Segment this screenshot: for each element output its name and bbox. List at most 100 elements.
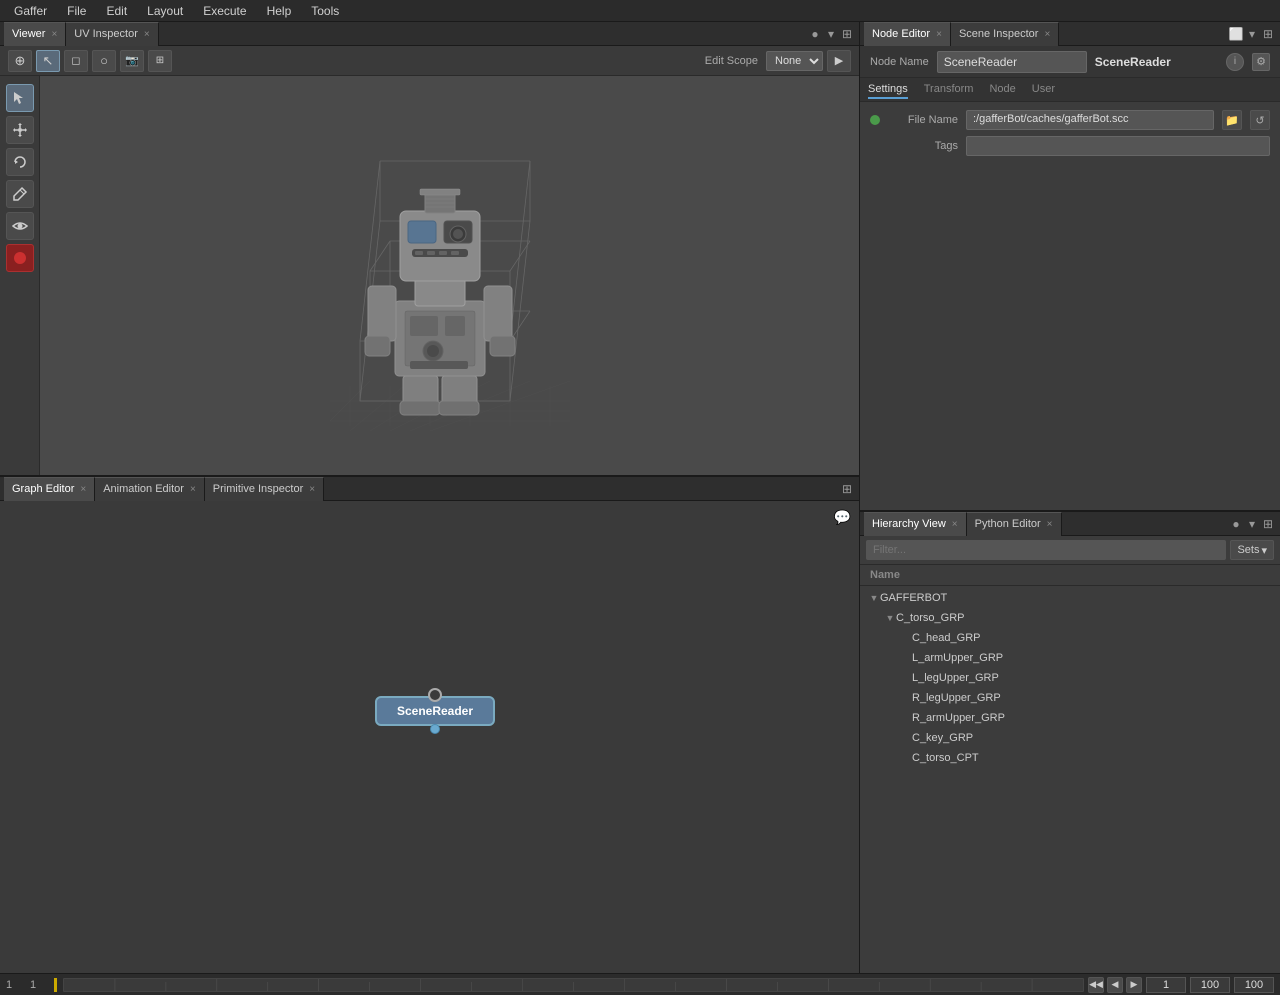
tool-paint[interactable]	[6, 180, 34, 208]
filename-row: File Name :/gafferBot/caches/gafferBot.s…	[870, 110, 1270, 130]
tool-select[interactable]	[6, 84, 34, 112]
tree-item-r-arm-upper-grp[interactable]: R_armUpper_GRP	[860, 708, 1280, 728]
animation-editor-tab-close[interactable]: ×	[190, 484, 196, 495]
toolbar-arrow-btn[interactable]: ▶	[827, 50, 851, 72]
viewer-dropdown-icon[interactable]: ▾	[823, 26, 839, 42]
hierarchy-circle-icon[interactable]: ●	[1228, 516, 1244, 532]
hierarchy-view-tab-close[interactable]: ×	[952, 519, 958, 530]
toolbar-sphere-btn[interactable]: ○	[92, 50, 116, 72]
hierarchy-dropdown-icon[interactable]: ▾	[1244, 516, 1260, 532]
hierarchy-filter-input[interactable]	[866, 540, 1226, 560]
filename-value[interactable]: :/gafferBot/caches/gafferBot.scc	[966, 110, 1214, 130]
uv-inspector-tab-close[interactable]: ×	[144, 29, 150, 40]
r-arm-upper-toggle	[900, 712, 912, 724]
play-forward-button[interactable]: ▶	[1126, 977, 1142, 993]
settings-tab-node[interactable]: Node	[989, 81, 1015, 99]
robot-3d-view	[250, 101, 650, 451]
graph-content[interactable]: 💬 SceneReader	[0, 501, 859, 973]
hierarchy-content: Sets ▾ Name ▼ GAFFERBOT ▼	[860, 536, 1280, 973]
tool-move[interactable]	[6, 116, 34, 144]
tab-primitive-inspector[interactable]: Primitive Inspector ×	[205, 477, 324, 501]
toolbar-frame-btn[interactable]: ⊞	[148, 50, 172, 72]
node-editor-tab-close[interactable]: ×	[936, 29, 942, 40]
graph-editor-grid-icon[interactable]: ⊞	[839, 481, 855, 497]
node-name-input[interactable]	[937, 51, 1087, 73]
timeline-playback-controls: ◀◀ ◀ ▶	[1088, 977, 1142, 993]
filename-refresh-btn[interactable]: ↺	[1250, 110, 1270, 130]
tab-viewer[interactable]: Viewer ×	[4, 22, 66, 46]
tree-item-c-head-grp[interactable]: C_head_GRP	[860, 628, 1280, 648]
menu-help[interactable]: Help	[257, 2, 302, 20]
c-key-grp-toggle	[900, 732, 912, 744]
viewer-tab-close[interactable]: ×	[51, 29, 57, 40]
timeline-bar[interactable]	[63, 978, 1084, 992]
sets-button[interactable]: Sets ▾	[1230, 540, 1274, 560]
tree-item-c-torso-cpt[interactable]: C_torso_CPT	[860, 748, 1280, 768]
toolbar-transform-btn[interactable]: ⊕	[8, 50, 32, 72]
graph-node-scenereader[interactable]: SceneReader	[375, 696, 495, 726]
tab-animation-editor[interactable]: Animation Editor ×	[95, 477, 205, 501]
tree-item-r-leg-upper-grp[interactable]: R_legUpper_GRP	[860, 688, 1280, 708]
menu-layout[interactable]: Layout	[137, 2, 193, 20]
primitive-inspector-tab-close[interactable]: ×	[309, 484, 315, 495]
tool-red[interactable]	[6, 244, 34, 272]
viewer-tab-label: Viewer	[12, 28, 45, 40]
python-editor-tab-label: Python Editor	[975, 518, 1041, 530]
node-settings-button[interactable]: ⚙	[1252, 53, 1270, 71]
settings-tab-transform[interactable]: Transform	[924, 81, 974, 99]
node-editor-expand-icon[interactable]: ⬜	[1228, 26, 1244, 42]
menu-tools[interactable]: Tools	[301, 2, 349, 20]
graph-chat-icon[interactable]: 💬	[834, 509, 851, 526]
tool-rotate[interactable]	[6, 148, 34, 176]
filename-folder-btn[interactable]: 📁	[1222, 110, 1242, 130]
timeline-frame-input[interactable]	[1146, 977, 1186, 993]
c-torso-grp-toggle[interactable]: ▼	[884, 612, 896, 624]
left-panel: Viewer × UV Inspector × ● ▾ ⊞ ⊕ ↖ ◻ ○ 📷	[0, 22, 860, 973]
play-back-button[interactable]: ◀	[1107, 977, 1123, 993]
timeline-end-input[interactable]	[1190, 977, 1230, 993]
tags-input[interactable]	[966, 136, 1270, 156]
tab-uv-inspector[interactable]: UV Inspector ×	[66, 22, 158, 46]
settings-tab-user[interactable]: User	[1032, 81, 1055, 99]
l-arm-upper-grp-label: L_armUpper_GRP	[912, 652, 1003, 664]
tab-scene-inspector[interactable]: Scene Inspector ×	[951, 22, 1059, 46]
toolbar-cube-btn[interactable]: ◻	[64, 50, 88, 72]
graph-editor-tab-close[interactable]: ×	[80, 484, 86, 495]
timeline: 1 1	[0, 973, 1280, 995]
play-back-end-button[interactable]: ◀◀	[1088, 977, 1104, 993]
tree-item-c-key-grp[interactable]: C_key_GRP	[860, 728, 1280, 748]
toolbar-cursor-btn[interactable]: ↖	[36, 50, 60, 72]
menu-edit[interactable]: Edit	[96, 2, 137, 20]
viewer-grid-icon[interactable]: ⊞	[839, 26, 855, 42]
timeline-total-input[interactable]	[1234, 977, 1274, 993]
hierarchy-grid-icon[interactable]: ⊞	[1260, 516, 1276, 532]
c-head-grp-toggle	[900, 632, 912, 644]
settings-tab-settings[interactable]: Settings	[868, 81, 908, 99]
primitive-inspector-tab-label: Primitive Inspector	[213, 483, 303, 495]
tab-node-editor[interactable]: Node Editor ×	[864, 22, 951, 46]
toolbar-camera-btn[interactable]: 📷	[120, 50, 144, 72]
viewer-circle-icon[interactable]: ●	[807, 26, 823, 42]
tree-item-l-leg-upper-grp[interactable]: L_legUpper_GRP	[860, 668, 1280, 688]
tree-item-l-arm-upper-grp[interactable]: L_armUpper_GRP	[860, 648, 1280, 668]
node-output-port[interactable]	[428, 688, 442, 702]
tool-eye[interactable]	[6, 212, 34, 240]
node-editor-dropdown-icon[interactable]: ▾	[1244, 26, 1260, 42]
menu-gaffer[interactable]: Gaffer	[4, 2, 57, 20]
tree-item-gafferbot[interactable]: ▼ GAFFERBOT	[860, 588, 1280, 608]
node-input-port[interactable]	[430, 724, 440, 734]
tab-python-editor[interactable]: Python Editor ×	[967, 512, 1062, 536]
tree-item-c-torso-grp[interactable]: ▼ C_torso_GRP	[860, 608, 1280, 628]
menu-file[interactable]: File	[57, 2, 96, 20]
scene-inspector-tab-close[interactable]: ×	[1044, 29, 1050, 40]
edit-scope-select[interactable]: None	[766, 51, 823, 71]
tab-graph-editor[interactable]: Graph Editor ×	[4, 477, 95, 501]
node-editor-grid-icon[interactable]: ⊞	[1260, 26, 1276, 42]
tab-hierarchy-view[interactable]: Hierarchy View ×	[864, 512, 967, 536]
python-editor-tab-close[interactable]: ×	[1047, 519, 1053, 530]
menu-execute[interactable]: Execute	[193, 2, 256, 20]
gafferbot-toggle[interactable]: ▼	[868, 592, 880, 604]
viewer-area: Viewer × UV Inspector × ● ▾ ⊞ ⊕ ↖ ◻ ○ 📷	[0, 22, 859, 477]
robot-viewport[interactable]	[40, 76, 859, 475]
node-info-button[interactable]: i	[1226, 53, 1244, 71]
